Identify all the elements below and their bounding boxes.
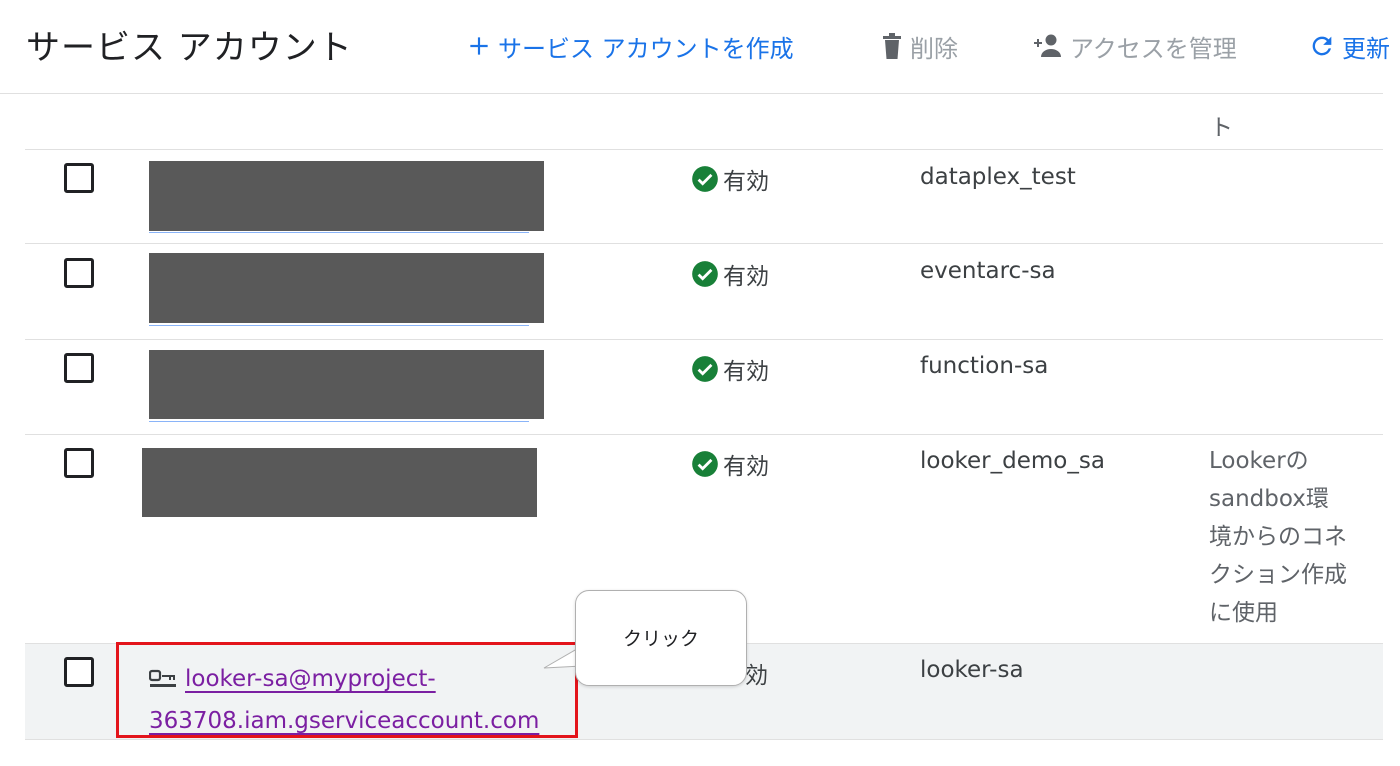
redacted-email-underline xyxy=(149,421,529,422)
refresh-icon xyxy=(1312,36,1332,56)
redacted-email-underline xyxy=(149,325,529,326)
check-circle-icon xyxy=(692,356,718,382)
service-account-email-link[interactable]: looker-sa@myproject-363708.iam.gservicea… xyxy=(149,658,569,742)
callout-text: クリック xyxy=(622,628,699,650)
row-checkbox[interactable] xyxy=(64,258,94,288)
status-cell: 効 xyxy=(745,656,768,690)
name-cell: looker_demo_sa xyxy=(920,448,1105,474)
manage-access-label: アクセスを管理 xyxy=(1070,34,1237,63)
create-service-account-button[interactable]: サービス アカウントを作成 xyxy=(466,26,794,66)
header-divider xyxy=(0,93,1383,94)
name-cell: eventarc-sa xyxy=(920,258,1056,284)
redacted-email xyxy=(149,161,544,231)
redacted-email xyxy=(149,253,544,323)
manage-access-button[interactable]: アクセスを管理 xyxy=(1030,26,1237,66)
redacted-email-underline xyxy=(149,232,529,233)
row-checkbox[interactable] xyxy=(64,163,94,193)
refresh-label: 更新 xyxy=(1342,34,1390,63)
delete-label: 削除 xyxy=(910,34,958,63)
service-account-email[interactable]: looker-sa@myproject-363708.iam.gservicea… xyxy=(149,666,539,734)
redacted-email xyxy=(142,448,537,517)
status-cell: 有効 xyxy=(691,162,769,196)
status-label: 有効 xyxy=(723,359,769,385)
table-row: 有効 eventarc-sa xyxy=(25,244,1383,340)
row-checkbox[interactable] xyxy=(64,657,94,687)
status-cell: 有効 xyxy=(691,352,769,386)
table-row: 有効 function-sa xyxy=(25,340,1383,435)
check-circle-icon xyxy=(692,261,718,287)
row-checkbox[interactable] xyxy=(64,353,94,383)
name-cell: dataplex_test xyxy=(920,164,1076,190)
description-cell: Lookerのsandbox環境からのコネクション作成に使用 xyxy=(1209,448,1347,626)
row-checkbox[interactable] xyxy=(64,448,94,478)
check-circle-icon xyxy=(692,166,718,192)
create-service-account-label: サービス アカウントを作成 xyxy=(498,34,794,63)
check-circle-icon xyxy=(692,451,718,477)
table-row: 有効 dataplex_test xyxy=(25,150,1383,244)
column-header-fragment: ト xyxy=(1210,115,1233,141)
service-account-key-icon xyxy=(149,669,176,687)
status-label: 効 xyxy=(745,663,768,689)
status-cell: 有効 xyxy=(691,447,769,481)
status-cell: 有効 xyxy=(691,257,769,291)
click-callout: クリック xyxy=(575,590,747,686)
refresh-button[interactable]: 更新 xyxy=(1308,26,1390,66)
trash-icon xyxy=(883,33,901,59)
status-label: 有効 xyxy=(723,454,769,480)
delete-button[interactable]: 削除 xyxy=(880,26,958,66)
plus-icon xyxy=(470,37,488,55)
name-cell: function-sa xyxy=(920,353,1049,379)
page-title: サービス アカウント xyxy=(26,28,353,68)
status-label: 有効 xyxy=(723,264,769,290)
name-cell: looker-sa xyxy=(920,657,1024,683)
add-person-icon xyxy=(1034,34,1061,57)
redacted-email xyxy=(149,350,544,419)
status-label: 有効 xyxy=(723,169,769,195)
